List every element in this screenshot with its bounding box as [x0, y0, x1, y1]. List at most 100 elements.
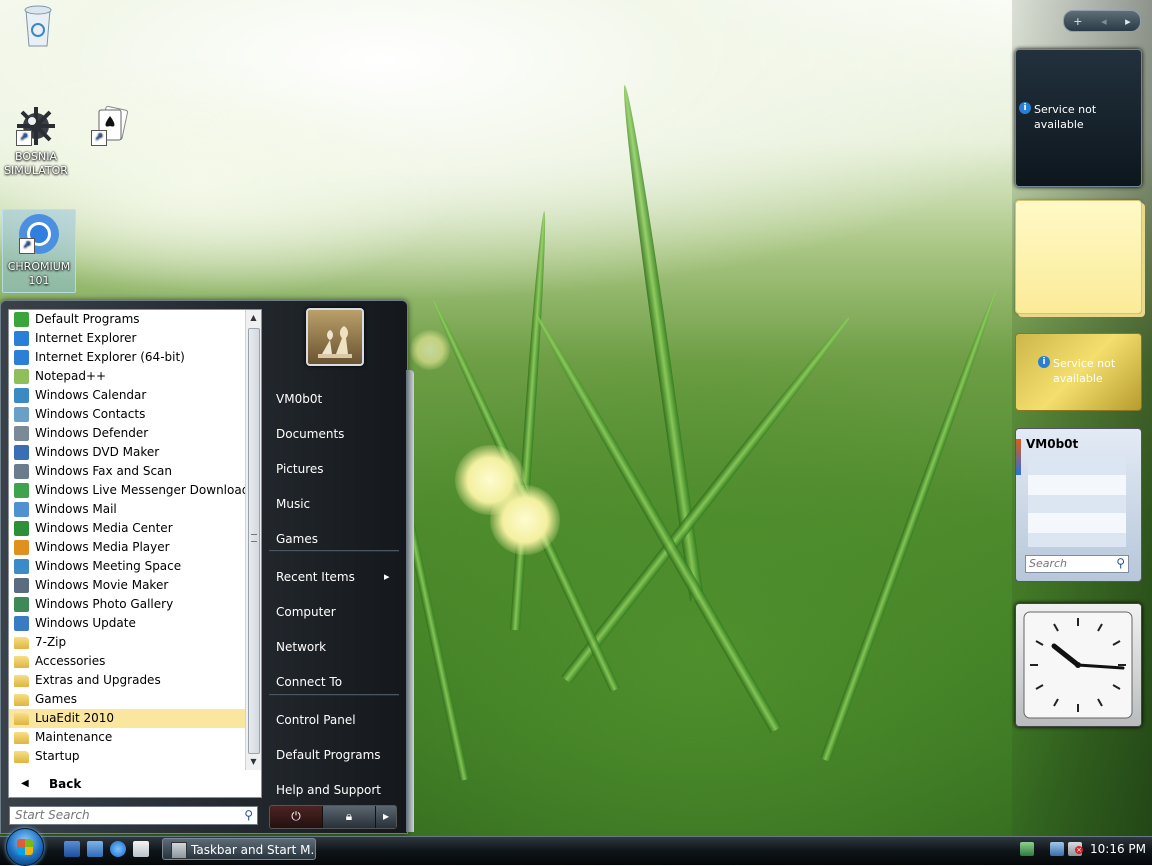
- start-right-item-documents[interactable]: Documents: [276, 427, 344, 441]
- program-label: Windows Contacts: [35, 407, 146, 421]
- program-label: Windows Movie Maker: [35, 578, 169, 592]
- program-item[interactable]: Internet Explorer (64-bit): [9, 348, 245, 367]
- previous-gadgets-button[interactable]: ◂: [1101, 15, 1107, 28]
- lock-icon: 🔒︎: [345, 809, 353, 823]
- start-right-item-connect-to[interactable]: Connect To: [276, 675, 342, 689]
- contacts-icon: [14, 407, 29, 422]
- start-right-item-label: VM0b0t: [276, 392, 323, 406]
- start-search-input[interactable]: Start Search ⚲: [9, 806, 258, 825]
- program-item[interactable]: Games: [9, 690, 245, 709]
- program-item[interactable]: Windows Photo Gallery: [9, 595, 245, 614]
- taskbar-window-button[interactable]: Taskbar and Start M...: [162, 838, 316, 860]
- start-button[interactable]: [6, 828, 44, 866]
- program-item[interactable]: Windows Live Messenger Download: [9, 481, 245, 500]
- program-item[interactable]: Windows Fax and Scan: [9, 462, 245, 481]
- volume-muted-icon[interactable]: ×: [1068, 842, 1083, 856]
- start-right-item-label: Documents: [276, 427, 345, 441]
- desktop-icon-chromium[interactable]: ↗ CHROMIUM 101: [2, 209, 76, 293]
- back-button[interactable]: ◀ Back: [9, 772, 259, 796]
- program-item[interactable]: Maintenance: [9, 728, 245, 747]
- program-item[interactable]: Extras and Upgrades: [9, 671, 245, 690]
- show-desktop-icon[interactable]: [64, 841, 80, 857]
- program-item[interactable]: Startup: [9, 747, 245, 766]
- grip-icon: [251, 534, 257, 542]
- program-item[interactable]: Default Programs: [9, 310, 245, 329]
- shortcut-arrow-icon: ↗: [19, 238, 35, 254]
- notepad-quicklaunch-icon[interactable]: [133, 841, 149, 857]
- taskbar-clock[interactable]: 10:16 PM: [1090, 842, 1146, 856]
- start-right-item-music[interactable]: Music: [276, 497, 310, 511]
- shutdown-options-button[interactable]: ▸: [376, 806, 396, 828]
- chevron-right-icon: ▸: [382, 809, 390, 823]
- chess-pieces-icon: [318, 326, 352, 358]
- program-item[interactable]: Windows Calendar: [9, 386, 245, 405]
- program-item[interactable]: Windows Mail: [9, 500, 245, 519]
- power-icon: ⏻: [291, 809, 301, 823]
- shortcut-arrow-icon: ↗: [91, 130, 107, 146]
- program-item[interactable]: Windows Update: [9, 614, 245, 633]
- program-label: LuaEdit 2010: [35, 711, 115, 725]
- network-icon[interactable]: [1050, 842, 1064, 856]
- start-right-item-control-panel[interactable]: Control Panel: [276, 713, 356, 727]
- analog-clock-icon: [1023, 611, 1133, 719]
- contacts-gadget[interactable]: VM0b0t Search ⚲: [1015, 428, 1142, 582]
- add-gadget-button[interactable]: +: [1073, 15, 1082, 28]
- start-right-item-games[interactable]: Games: [276, 532, 318, 546]
- taskbar-window-label: Taskbar and Start M...: [191, 843, 316, 857]
- program-item[interactable]: Windows Movie Maker: [9, 576, 245, 595]
- program-item[interactable]: 7-Zip: [9, 633, 245, 652]
- scroll-down-button[interactable]: ▼: [246, 754, 261, 769]
- shortcut-arrow-icon: ↗: [16, 130, 32, 146]
- program-item[interactable]: Windows DVD Maker: [9, 443, 245, 462]
- contacts-search-input[interactable]: Search ⚲: [1025, 555, 1129, 573]
- lock-button[interactable]: 🔒︎: [323, 806, 376, 828]
- desktop-icon-label: BOSNIA SIMULATOR: [4, 150, 68, 177]
- program-item[interactable]: Internet Explorer: [9, 329, 245, 348]
- program-item[interactable]: Windows Media Center: [9, 519, 245, 538]
- info-icon: i: [1019, 102, 1031, 114]
- notes-gadget[interactable]: [1015, 200, 1142, 314]
- desktop-icon-recycle-bin[interactable]: [2, 2, 74, 47]
- program-item[interactable]: Windows Defender: [9, 424, 245, 443]
- start-right-item-label: Music: [276, 497, 311, 511]
- program-item[interactable]: Accessories: [9, 652, 245, 671]
- defender-icon: [14, 426, 29, 441]
- start-right-item-default-programs[interactable]: Default Programs: [276, 748, 381, 762]
- switch-windows-icon[interactable]: [87, 841, 103, 857]
- start-menu: Default Programs Internet Explorer Interne…: [0, 300, 408, 834]
- program-label: Windows Meeting Space: [35, 559, 182, 573]
- currency-gadget[interactable]: i Service not available: [1015, 333, 1142, 411]
- program-item[interactable]: Windows Meeting Space: [9, 557, 245, 576]
- start-right-item-vm0b0t[interactable]: VM0b0t: [276, 392, 322, 406]
- feed-headlines-gadget[interactable]: i Service not available: [1015, 49, 1142, 187]
- start-right-item-pictures[interactable]: Pictures: [276, 462, 324, 476]
- chromium-icon: ↗: [17, 212, 61, 256]
- internet-explorer-icon[interactable]: [110, 841, 126, 857]
- clock-gadget[interactable]: [1015, 603, 1142, 727]
- program-item[interactable]: Notepad++: [9, 367, 245, 386]
- start-right-item-recent-items[interactable]: Recent Items ▸: [276, 570, 390, 584]
- start-right-item-label: Pictures: [276, 462, 324, 476]
- program-item[interactable]: Windows Media Player: [9, 538, 245, 557]
- separator: [269, 694, 399, 696]
- start-right-item-label: Control Panel: [276, 713, 356, 727]
- desktop-icon-bosnia-simulator[interactable]: ↗ BOSNIA SIMULATOR: [0, 104, 72, 178]
- all-programs-pane: Default Programs Internet Explorer Interne…: [8, 309, 262, 798]
- separator: [269, 550, 399, 552]
- window-icon: [171, 842, 187, 859]
- movie-icon: [14, 578, 29, 593]
- program-item[interactable]: LuaEdit 2010: [9, 709, 245, 728]
- start-right-item-help-and-support[interactable]: Help and Support: [276, 783, 381, 797]
- start-right-item-network[interactable]: Network: [276, 640, 326, 654]
- programs-scrollbar[interactable]: ▲ ▼: [245, 310, 261, 770]
- scroll-thumb[interactable]: [248, 328, 260, 754]
- next-gadgets-button[interactable]: ▸: [1125, 15, 1131, 28]
- program-item[interactable]: Windows Contacts: [9, 405, 245, 424]
- power-button[interactable]: ⏻: [270, 806, 323, 828]
- desktop-icon-solitaire[interactable]: ↗: [75, 104, 147, 148]
- sidebar-tray-icon[interactable]: [1020, 842, 1034, 856]
- scroll-up-button[interactable]: ▲: [246, 310, 261, 325]
- program-label: Windows DVD Maker: [35, 445, 160, 459]
- start-right-item-computer[interactable]: Computer: [276, 605, 336, 619]
- user-picture[interactable]: [306, 308, 364, 366]
